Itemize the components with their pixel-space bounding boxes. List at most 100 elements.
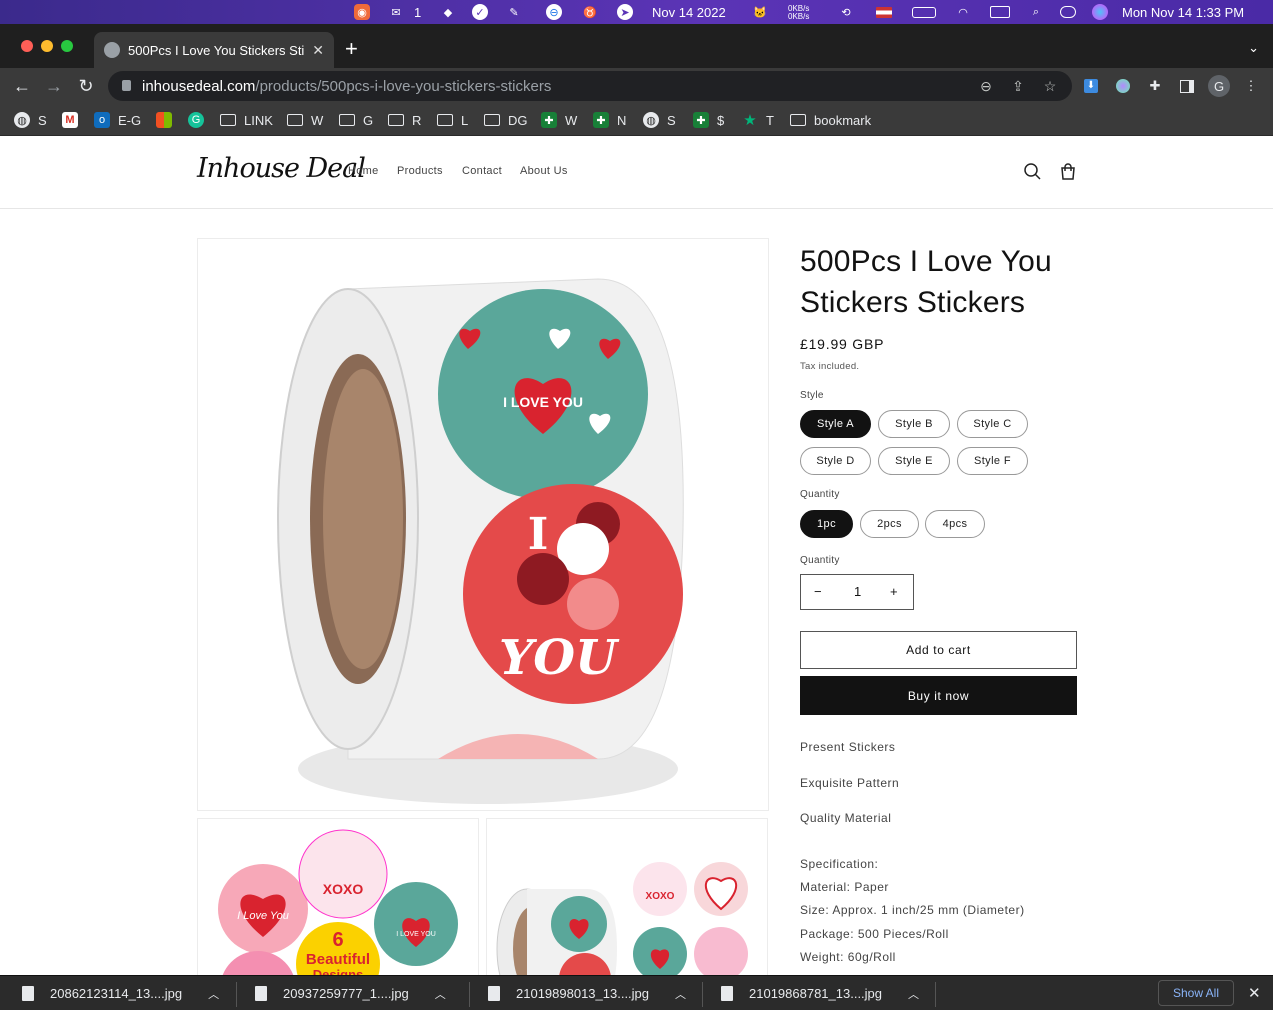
chrome-menu-icon[interactable]: ⋮ <box>1242 77 1260 95</box>
nav-products[interactable]: Products <box>397 165 443 177</box>
siri-icon[interactable] <box>1092 3 1108 21</box>
style-option-d[interactable]: Style D <box>800 447 871 475</box>
browser-toolbar: ← → ↻ inhousedeal.com/products/500pcs-i-… <box>0 68 1273 104</box>
bookmark-item[interactable]: ◍ S <box>14 110 47 130</box>
close-downloads-icon[interactable]: ✕ <box>1248 984 1261 1002</box>
qq-icon[interactable]: ◆ <box>440 3 456 21</box>
tab-search-icon[interactable]: ⌄ <box>1248 40 1259 56</box>
extension-circle-icon[interactable] <box>1114 77 1132 95</box>
sticker-text: XOXO <box>646 891 675 902</box>
battery-icon[interactable] <box>912 3 936 21</box>
bookmark-item[interactable]: ✚ W <box>541 110 577 130</box>
chevron-up-icon[interactable]: ︿ <box>208 986 219 1002</box>
download-item[interactable]: 20862123114_13....jpg ︿ <box>22 976 219 1010</box>
bookmark-item[interactable]: ✚ N <box>593 110 626 130</box>
download-filename: 20862123114_13....jpg <box>50 986 183 1001</box>
quantity-input[interactable]: 1 <box>854 584 861 599</box>
nav-about-us[interactable]: About Us <box>520 165 568 177</box>
buy-now-button[interactable]: Buy it now <box>800 676 1077 715</box>
bookmark-folder[interactable]: G <box>339 110 373 130</box>
bookmark-folder[interactable]: DG <box>484 110 528 130</box>
style-option-f[interactable]: Style F <box>957 447 1028 475</box>
extensions-puzzle-icon[interactable]: ✚ <box>1146 77 1164 95</box>
side-panel-icon[interactable] <box>1178 77 1196 95</box>
pack-option-2pcs[interactable]: 2pcs <box>860 510 919 538</box>
plus-icon[interactable]: + <box>890 584 898 599</box>
bookmark-item[interactable]: ◍ S <box>643 110 676 130</box>
maximize-window-button[interactable] <box>61 40 73 52</box>
back-icon[interactable]: ← <box>10 74 34 98</box>
pack-option-1pc[interactable]: 1pc <box>800 510 853 538</box>
bookmark-label: R <box>412 112 422 128</box>
bookmark-star-icon[interactable]: ☆ <box>1042 78 1058 94</box>
profile-avatar[interactable]: G <box>1208 75 1230 97</box>
product-thumbnail[interactable]: I Love You XOXO I LOVE YOU 6 Beautiful D… <box>197 818 479 988</box>
nav-contact[interactable]: Contact <box>462 165 502 177</box>
chevron-up-icon[interactable]: ︿ <box>908 986 919 1002</box>
style-option-c[interactable]: Style C <box>957 410 1028 438</box>
bookmark-item[interactable]: ✚ $ <box>693 110 724 130</box>
menubar-clock[interactable]: Mon Nov 14 1:33 PM <box>1122 3 1244 21</box>
zoom-icon[interactable]: ⊖ <box>978 78 994 94</box>
pen-icon[interactable]: ✎ <box>506 3 522 21</box>
bookmark-item[interactable]: o E-G <box>94 110 141 130</box>
bookmark-label: W <box>565 112 578 128</box>
bookmark-item[interactable]: ★ T <box>742 110 774 130</box>
bookmark-folder[interactable]: L <box>437 110 468 130</box>
time-machine-icon[interactable]: ⟲ <box>838 3 854 21</box>
bookmark-folder[interactable]: LINK <box>220 110 273 130</box>
download-item[interactable]: 21019868781_13....jpg ︿ <box>721 976 919 1010</box>
new-tab-button[interactable]: + <box>345 38 358 60</box>
style-option-e[interactable]: Style E <box>878 447 950 475</box>
app-icon[interactable]: ◉ <box>354 3 370 21</box>
cat-icon[interactable]: 🐱 <box>752 3 768 21</box>
address-bar[interactable]: inhousedeal.com/products/500pcs-i-love-y… <box>108 71 1072 101</box>
pack-option-4pcs[interactable]: 4pcs <box>925 510 985 538</box>
search-icon[interactable] <box>1023 162 1043 182</box>
tasks-icon[interactable]: ✓ <box>472 3 488 21</box>
active-tab[interactable]: 500Pcs I Love You Stickers Stickers ✕ <box>94 32 334 68</box>
reload-icon[interactable]: ↻ <box>74 74 98 98</box>
bookmark-label: T <box>766 112 774 128</box>
nav-home[interactable]: Home <box>348 165 379 177</box>
messenger-icon[interactable]: ⊖ <box>546 3 562 21</box>
wifi-icon[interactable]: ◠ <box>955 3 971 21</box>
download-item[interactable]: 21019898013_13....jpg ︿ <box>488 976 686 1010</box>
control-center-icon[interactable] <box>1060 3 1076 21</box>
download-extension-icon[interactable]: ⬇ <box>1082 77 1100 95</box>
wechat-icon[interactable]: ✉ <box>388 3 404 21</box>
show-all-button[interactable]: Show All <box>1158 980 1234 1006</box>
bookmark-folder[interactable]: bookmark <box>790 110 871 130</box>
close-tab-icon[interactable]: ✕ <box>312 42 324 59</box>
lock-icon[interactable] <box>122 80 131 91</box>
product-main-image[interactable]: I LOVE YOU I YOU <box>197 238 769 811</box>
minimize-window-button[interactable] <box>41 40 53 52</box>
forward-icon[interactable]: → <box>42 74 66 98</box>
cow-icon[interactable]: ♉ <box>582 3 598 21</box>
bookmark-folder[interactable]: W <box>287 110 323 130</box>
download-filename: 20937259777_1....jpg <box>283 986 409 1001</box>
keyboard-icon[interactable] <box>990 3 1010 21</box>
bookmark-item[interactable] <box>156 110 180 130</box>
url-text[interactable]: inhousedeal.com/products/500pcs-i-love-y… <box>142 78 551 95</box>
share-icon[interactable]: ⇪ <box>1010 78 1026 94</box>
product-thumbnail[interactable]: XOXO <box>486 818 768 988</box>
bookmark-label: L <box>461 112 469 128</box>
bookmark-item[interactable]: M <box>62 110 86 130</box>
sticker-text: I Love You <box>237 910 289 922</box>
style-option-a[interactable]: Style A <box>800 410 871 438</box>
flag-icon[interactable] <box>876 3 892 21</box>
site-logo[interactable]: Inhouse Deal <box>197 153 366 184</box>
add-to-cart-button[interactable]: Add to cart <box>800 631 1077 669</box>
download-item[interactable]: 20937259777_1....jpg ︿ <box>255 976 446 1010</box>
cart-icon[interactable] <box>1058 162 1078 182</box>
arrow-app-icon[interactable]: ➤ <box>617 3 633 21</box>
style-option-b[interactable]: Style B <box>878 410 950 438</box>
chevron-up-icon[interactable]: ︿ <box>675 986 686 1002</box>
minus-icon[interactable]: − <box>814 584 822 599</box>
chevron-up-icon[interactable]: ︿ <box>435 986 446 1002</box>
spotlight-icon[interactable]: ⌕ <box>1028 3 1044 21</box>
close-window-button[interactable] <box>21 40 33 52</box>
bookmark-item[interactable]: G <box>188 110 212 130</box>
bookmark-folder[interactable]: R <box>388 110 421 130</box>
